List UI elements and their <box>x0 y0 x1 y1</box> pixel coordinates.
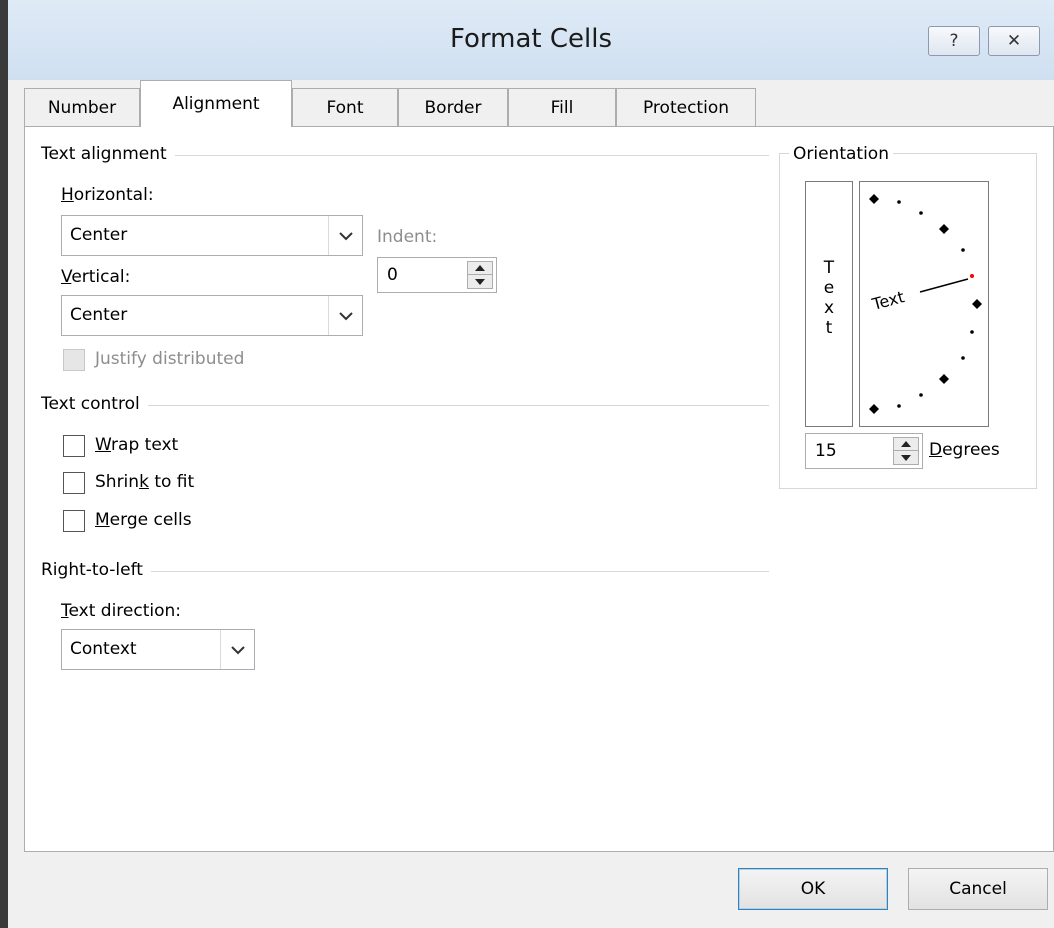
indent-spinner[interactable]: 0 <box>377 257 497 293</box>
shrink-accesskey: k <box>139 472 149 492</box>
close-icon: ✕ <box>1006 31 1022 51</box>
dial-dot <box>919 393 923 397</box>
horizontal-label: Horizontal: <box>61 185 154 205</box>
merge-cells-checkbox[interactable] <box>63 510 85 532</box>
dial-marker <box>939 374 949 384</box>
indent-spin-buttons[interactable] <box>467 261 493 289</box>
dial-needle <box>919 278 969 293</box>
text-alignment-heading: Text alignment <box>41 144 175 164</box>
dial-pointer <box>970 274 974 278</box>
orientation-heading: Orientation <box>789 144 893 164</box>
dial-dot <box>919 211 923 215</box>
tab-font-label: Font <box>326 97 364 118</box>
shrink-label-text: to fit <box>148 472 195 492</box>
vertical-label: Vertical: <box>61 267 130 287</box>
text-direction-accesskey: T <box>61 601 69 621</box>
tab-fill-label: Fill <box>550 97 574 118</box>
orientation-dial[interactable]: Text <box>859 181 989 427</box>
degrees-label: Degrees <box>929 440 1000 460</box>
dial-text: Text <box>869 287 906 314</box>
spin-up-icon[interactable] <box>894 438 918 451</box>
chevron-down-icon[interactable] <box>328 296 362 335</box>
vertical-letter: t <box>825 318 833 338</box>
tab-border[interactable]: Border <box>398 88 508 126</box>
text-control-heading: Text control <box>41 394 148 414</box>
degrees-label-text: egrees <box>942 440 1000 460</box>
merge-label-text: erge cells <box>109 510 192 530</box>
vertical-letter: e <box>823 278 835 298</box>
chevron-down-icon[interactable] <box>328 216 362 255</box>
dial-dot <box>897 200 901 204</box>
dial-dot <box>961 356 965 360</box>
vertical-letter: T <box>823 258 835 278</box>
dial-marker <box>972 299 982 309</box>
tab-protection-label: Protection <box>642 97 729 118</box>
vertical-text-box[interactable]: T e x t <box>805 181 853 427</box>
tab-font[interactable]: Font <box>292 88 398 126</box>
text-direction-dropdown[interactable]: Context <box>61 629 255 670</box>
text-direction-label: Text direction: <box>61 601 181 621</box>
orientation-dial-graphic: Text <box>869 194 982 414</box>
tab-number[interactable]: Number <box>24 88 140 126</box>
tab-fill[interactable]: Fill <box>508 88 616 126</box>
dial-dot <box>897 404 901 408</box>
text-direction-value: Context <box>70 639 137 659</box>
right-to-left-heading: Right-to-left <box>41 560 151 580</box>
degrees-spin-buttons[interactable] <box>893 437 919 465</box>
tab-protection[interactable]: Protection <box>616 88 756 126</box>
tab-border-label: Border <box>424 97 482 118</box>
degrees-spinner[interactable]: 15 <box>805 433 923 469</box>
dial-dot <box>961 248 965 252</box>
degrees-value: 15 <box>815 441 837 461</box>
dialog-title: Format Cells <box>449 24 613 54</box>
tab-alignment[interactable]: Alignment <box>140 80 292 127</box>
ok-button[interactable]: OK <box>738 868 888 910</box>
wrap-text-label[interactable]: Wrap text <box>95 435 178 455</box>
wrap-text-label-text: rap text <box>111 435 179 455</box>
title-bar[interactable]: Format Cells ? ✕ <box>8 0 1054 80</box>
shrink-label-pre: Shrin <box>95 472 140 492</box>
wrap-text-checkbox[interactable] <box>63 435 85 457</box>
dialog-client: Number Alignment Font Border Fill Protec… <box>8 80 1054 928</box>
horizontal-label-text: orizontal: <box>73 185 154 205</box>
help-button[interactable]: ? <box>928 26 980 56</box>
merge-accesskey: M <box>95 510 110 530</box>
horizontal-dropdown[interactable]: Center <box>61 215 363 256</box>
dial-marker <box>869 404 879 414</box>
merge-cells-label[interactable]: Merge cells <box>95 510 192 530</box>
vertical-dropdown[interactable]: Center <box>61 295 363 336</box>
spin-down-icon[interactable] <box>468 275 492 288</box>
dial-marker <box>869 194 879 204</box>
alignment-panel: Text alignment Horizontal: Center Vertic… <box>24 126 1054 852</box>
shrink-to-fit-label[interactable]: Shrink to fit <box>95 472 194 492</box>
degrees-accesskey: D <box>929 440 943 460</box>
indent-value: 0 <box>387 265 398 285</box>
dial-dot <box>970 330 974 334</box>
dial-marker <box>939 224 949 234</box>
spin-up-icon[interactable] <box>468 262 492 275</box>
text-control-divider <box>41 405 769 406</box>
vertical-accesskey: V <box>61 267 72 287</box>
vertical-value: Center <box>70 305 128 325</box>
close-button[interactable]: ✕ <box>988 26 1040 56</box>
chevron-down-icon[interactable] <box>220 630 254 669</box>
vertical-label-text: ertical: <box>71 267 131 287</box>
help-icon: ? <box>949 31 959 51</box>
wrap-text-accesskey: W <box>95 435 112 455</box>
text-direction-label-text: ext direction: <box>68 601 182 621</box>
spin-down-icon[interactable] <box>894 451 918 464</box>
vertical-letter: x <box>823 298 835 318</box>
horizontal-accesskey: H <box>61 185 74 205</box>
justify-distributed-label: Justify distributed <box>95 349 245 369</box>
indent-label: Indent: <box>377 227 438 247</box>
tab-number-label: Number <box>47 97 117 118</box>
format-cells-dialog: Format Cells ? ✕ Number Alignment Font B… <box>0 0 1054 928</box>
cancel-button[interactable]: Cancel <box>908 868 1048 910</box>
horizontal-value: Center <box>70 225 128 245</box>
shrink-to-fit-checkbox[interactable] <box>63 472 85 494</box>
justify-distributed-checkbox[interactable] <box>63 349 85 371</box>
tab-alignment-label: Alignment <box>172 94 260 114</box>
